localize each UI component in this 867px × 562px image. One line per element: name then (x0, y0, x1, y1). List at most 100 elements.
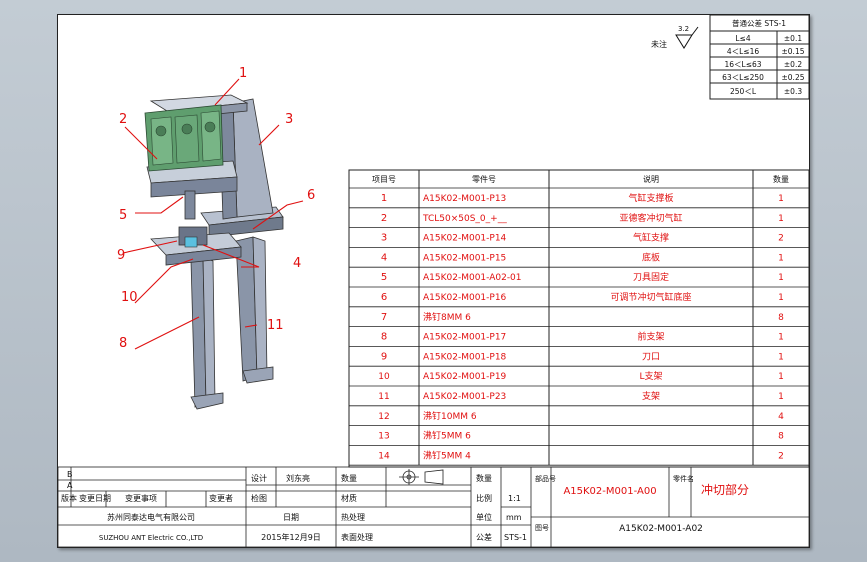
rev-b: B (67, 470, 73, 479)
bom-row: 6 A15K02-M001-P16 可调节冲切气缸底座 1 (381, 291, 784, 303)
bom-cell-desc: L支架 (639, 370, 662, 382)
tolerance-range: 63＜L≤250 (722, 73, 764, 82)
bom-row: 3 A15K02-M001-P14 气缸支撑 2 (381, 232, 784, 244)
bom-cell-desc: 亚德客冲切气缸 (619, 212, 682, 224)
bom-row: 8 A15K02-M001-P17 前支架 1 (381, 331, 784, 343)
tolerance-value: ±0.3 (784, 87, 802, 96)
bom-cell-qty: 1 (778, 352, 784, 362)
callout-10: 10 (121, 290, 138, 305)
projection-cone-icon (424, 469, 444, 485)
date-label: 日期 (283, 513, 299, 522)
bom-row: 2 TCL50×50S_0_+__ 亚德客冲切气缸 1 (381, 212, 784, 224)
bom-cell-part: 沸钉5MM 4 (423, 449, 471, 461)
callout-11: 11 (267, 318, 284, 333)
bom-cell-qty: 2 (778, 234, 784, 244)
bom-cell-no: 2 (381, 213, 387, 224)
bom-header-part: 零件号 (472, 174, 496, 184)
bom-cell-qty: 1 (778, 372, 784, 382)
surface-label: 表面处理 (341, 532, 373, 542)
bom-cell-no: 14 (378, 451, 390, 461)
bom-cell-part: A15K02-M001-A02-01 (423, 273, 522, 283)
rev-col-version: 版本 (61, 493, 77, 503)
tolerance-value: ±0.2 (784, 60, 802, 69)
bom-cell-qty: 4 (778, 412, 784, 422)
cylinder-support (232, 98, 274, 218)
tolerance-range: 16＜L≤63 (724, 60, 761, 69)
unit-label: 单位 (476, 512, 492, 522)
title-block-text: B A 版本 变更日期 变更事项 变更者 设计 刘东亮 检图 日期 2015年1… (61, 470, 749, 542)
bom-cell-qty: 1 (778, 273, 784, 283)
bom-cell-part: A15K02-M001-P16 (423, 293, 507, 303)
scale-value: 1:1 (508, 494, 521, 503)
bom-row: 14 沸钉5MM 4 2 (378, 449, 784, 461)
bom-cell-desc: 刀口 (642, 352, 660, 362)
callout-5: 5 (119, 208, 127, 223)
surface-finish-label: 未注 (651, 39, 667, 49)
rev-a: A (67, 481, 73, 490)
bom-cell-qty: 1 (778, 194, 784, 204)
bom-cell-no: 6 (381, 292, 387, 303)
unit-value: mm (506, 513, 522, 522)
drawing-canvas: 普通公差 STS-1 L≤4 ±0.1 4＜L≤16 ±0.15 16＜L≤63… (57, 14, 810, 548)
bom-row: 9 A15K02-M001-P18 刀口 1 (381, 351, 784, 362)
check-label: 检图 (251, 493, 267, 503)
bom-cell-qty: 1 (778, 214, 784, 224)
surface-finish-symbol: 未注 3.2 (651, 25, 699, 49)
bom-row: 5 A15K02-M001-A02-01 刀具固定 1 (381, 271, 784, 283)
callout-3: 3 (285, 112, 293, 127)
bom-cell-no: 8 (381, 332, 387, 343)
bom-cell-desc: 刀具固定 (633, 271, 669, 283)
tolerance-value: ±0.25 (782, 73, 805, 82)
bom-cell-part: TCL50×50S_0_+__ (422, 214, 507, 224)
bom-cell-qty: 8 (778, 313, 784, 323)
tolerance-value: ±0.1 (784, 34, 802, 43)
bom-cell-no: 3 (381, 233, 387, 244)
material-label: 材质 (341, 493, 357, 503)
bom-header-no: 项目号 (372, 175, 396, 184)
bom-cell-part: A15K02-M001-P19 (423, 372, 507, 382)
bom-cell-part: 沸钉10MM 6 (423, 410, 477, 422)
tolerance-range: 250＜L (730, 87, 757, 96)
bom-cell-no: 9 (381, 351, 387, 362)
tolerance-header: 普通公差 STS-1 (732, 18, 786, 28)
callout-2: 2 (119, 112, 127, 127)
part-name-label: 零件名 (673, 474, 694, 483)
bom-cell-desc: 前支架 (637, 331, 664, 343)
heat-label: 热处理 (341, 512, 365, 522)
bom-row: 1 A15K02-M001-P13 气缸支撑板 1 (381, 192, 784, 204)
drawing-sheet: 普通公差 STS-1 L≤4 ±0.1 4＜L≤16 ±0.15 16＜L≤63… (57, 14, 810, 548)
callout-6: 6 (307, 188, 315, 203)
bom-cell-no: 10 (378, 372, 390, 382)
bom-cell-qty: 1 (778, 392, 784, 402)
bom-cell-part: A15K02-M001-P13 (423, 194, 506, 204)
bom-cell-desc: 气缸支撑板 (628, 192, 673, 204)
bom-row: 11 A15K02-M001-P23 支架 1 (378, 390, 784, 402)
tolerance-value-std: STS-1 (504, 533, 527, 542)
bom-cell-no: 7 (381, 312, 387, 323)
drawing-no-value: A15K02-M001-A02 (619, 524, 703, 534)
tolerance-table: 普通公差 STS-1 L≤4 ±0.1 4＜L≤16 ±0.15 16＜L≤63… (709, 14, 810, 100)
tolerance-range: L≤4 (735, 34, 750, 43)
bom-header-qty: 数量 (773, 174, 789, 184)
rev-col-date: 变更日期 (79, 493, 111, 503)
bom-cell-part: A15K02-M001-P18 (423, 352, 507, 362)
bom-header-desc: 说明 (643, 174, 659, 184)
piston-rod (184, 190, 196, 220)
bom-cell-qty: 1 (778, 333, 784, 343)
designer-name: 刘东亮 (286, 473, 310, 483)
bom-row: 10 A15K02-M001-P19 L支架 1 (378, 370, 784, 382)
bom-cell-part: A15K02-M001-P17 (423, 333, 506, 343)
callout-4: 4 (293, 256, 301, 271)
bom-cell-no: 12 (378, 412, 389, 422)
qty-label: 数量 (476, 473, 492, 483)
bom-cell-desc: 底板 (642, 251, 660, 263)
callout-9: 9 (117, 248, 125, 263)
company-cn: 苏州同泰达电气有限公司 (107, 512, 195, 522)
bom-cell-part: A15K02-M001-P23 (423, 392, 506, 402)
tolerance-range: 4＜L≤16 (727, 47, 760, 56)
count-label: 数量 (341, 473, 357, 483)
bom-cell-part: 沸钉8MM 6 (423, 311, 471, 323)
surface-finish-value: 3.2 (678, 25, 689, 33)
bom-row: 12 沸钉10MM 6 4 (378, 410, 784, 422)
bom-cell-no: 11 (378, 392, 389, 402)
